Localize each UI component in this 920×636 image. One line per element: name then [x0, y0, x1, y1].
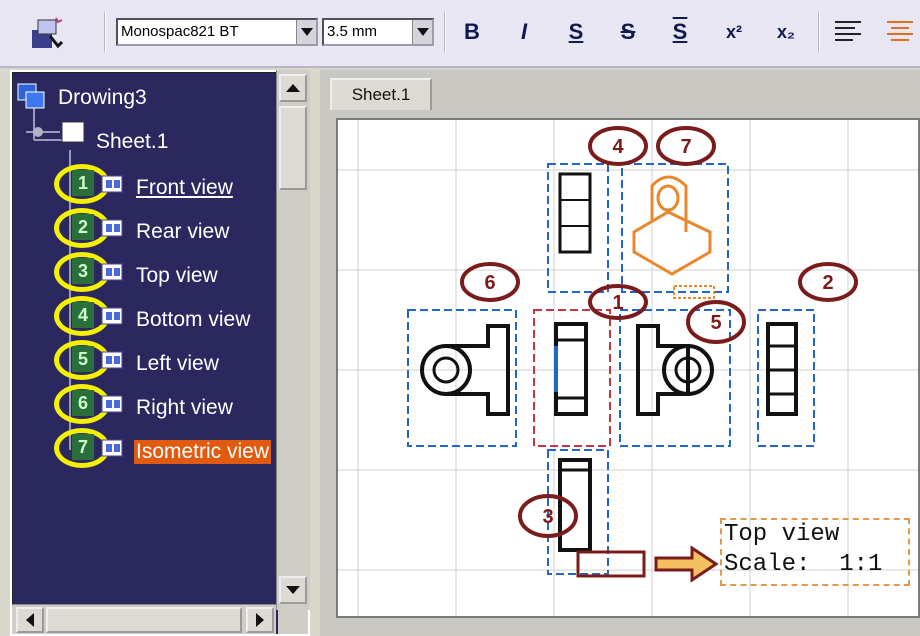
italic-button[interactable]: I — [504, 12, 544, 52]
tree-item-left-view[interactable]: Left view — [136, 352, 219, 376]
subscript-icon: x₂ — [776, 21, 795, 42]
bold-icon: B — [464, 19, 480, 44]
view-icon — [100, 436, 126, 465]
view-info-scale: Scale: 1:1 — [724, 551, 883, 578]
callout-6: 6 — [484, 272, 495, 294]
arrow-down-icon — [286, 586, 300, 594]
callout-3: 3 — [542, 506, 553, 528]
font-name-value: Monospac821 BT — [121, 23, 239, 40]
underline-button[interactable]: S — [556, 12, 596, 52]
italic-icon: I — [520, 19, 528, 44]
tree-item-bottom-view[interactable]: Bottom view — [136, 308, 250, 332]
align-left-button[interactable] — [828, 12, 868, 52]
scroll-right-button[interactable] — [246, 607, 274, 633]
view-icon — [100, 348, 126, 377]
font-size-select[interactable]: 3.5 mm — [322, 18, 434, 46]
view-icon — [100, 260, 126, 289]
view-icon — [100, 172, 126, 201]
view-info-box: Top view Scale: 1:1 — [720, 518, 910, 586]
toolbar-separator — [444, 12, 446, 52]
rear-view-frame — [757, 309, 815, 447]
view-number-badge: 5 — [72, 346, 94, 372]
toolbar-separator — [818, 12, 820, 52]
callout-2: 2 — [822, 272, 833, 294]
arrow-left-icon — [26, 613, 34, 627]
scroll-corner — [278, 608, 308, 634]
scroll-up-button[interactable] — [279, 74, 307, 102]
callout-5: 5 — [710, 312, 721, 334]
overline-icon: S — [672, 19, 688, 44]
view-number-badge: 2 — [72, 214, 94, 240]
align-center-icon — [887, 21, 913, 41]
align-left-icon — [835, 21, 861, 41]
scroll-left-button[interactable] — [16, 607, 44, 633]
front-view-frame — [533, 309, 611, 447]
bottom-view-frame — [547, 163, 609, 293]
view-icon — [100, 304, 126, 333]
view-number-badge: 1 — [72, 170, 94, 196]
tree-item-rear-view[interactable]: Rear view — [136, 220, 229, 244]
view-info-name: Top view — [724, 521, 840, 548]
sheet-node-icon — [26, 120, 90, 155]
drawing-icon — [16, 82, 48, 117]
callout-1: 1 — [612, 292, 623, 314]
view-number-badge: 6 — [72, 390, 94, 416]
hscroll-thumb[interactable] — [46, 607, 242, 633]
toolbar-separator — [104, 12, 106, 52]
scroll-thumb[interactable] — [279, 106, 307, 190]
toolbar: Monospac821 BT 3.5 mm B I S S S x² x₂ — [0, 0, 920, 68]
text-properties-icon[interactable] — [28, 14, 68, 52]
scroll-down-button[interactable] — [279, 576, 307, 604]
view-number-badge: 4 — [72, 302, 94, 328]
subscript-button[interactable]: x₂ — [766, 12, 806, 52]
align-center-button[interactable] — [880, 12, 920, 52]
overline-button[interactable]: S — [660, 12, 700, 52]
tree-item-right-view[interactable]: Right view — [136, 396, 233, 420]
callout-4: 4 — [612, 136, 624, 158]
bold-button[interactable]: B — [452, 12, 492, 52]
view-icon — [100, 216, 126, 245]
view-number-badge: 7 — [72, 434, 94, 460]
font-name-select[interactable]: Monospac821 BT — [116, 18, 318, 46]
tree-item-sheet[interactable]: Sheet.1 — [96, 130, 168, 154]
underline-icon: S — [568, 19, 584, 44]
view-number-badge: 3 — [72, 258, 94, 284]
strikethrough-icon: S — [620, 19, 636, 44]
tree-item-top-view[interactable]: Top view — [136, 264, 218, 288]
tree-vertical-scrollbar[interactable] — [276, 70, 310, 610]
tree-horizontal-scrollbar[interactable] — [12, 604, 276, 634]
font-dropdown-arrow-icon[interactable] — [296, 20, 316, 44]
callout-7: 7 — [680, 136, 691, 158]
superscript-icon: x² — [725, 21, 742, 42]
arrow-up-icon — [286, 84, 300, 92]
strikethrough-button[interactable]: S — [608, 12, 648, 52]
tab-sheet1[interactable]: Sheet.1 — [330, 78, 432, 110]
tree-item-front-view[interactable]: Front view — [136, 176, 233, 200]
superscript-button[interactable]: x² — [714, 12, 754, 52]
size-dropdown-arrow-icon[interactable] — [412, 20, 432, 44]
view-icon — [100, 392, 126, 421]
tree-item-isometric-view[interactable]: Isometric view — [134, 440, 272, 464]
pointer-arrow-icon — [654, 545, 719, 583]
tree-root-drawing[interactable]: Drowing3 — [58, 86, 147, 110]
font-size-value: 3.5 mm — [327, 23, 378, 40]
top-view-frame — [547, 449, 646, 578]
isometric-view-frame — [621, 163, 729, 299]
right-view-frame — [407, 309, 517, 447]
arrow-right-icon — [256, 613, 264, 627]
